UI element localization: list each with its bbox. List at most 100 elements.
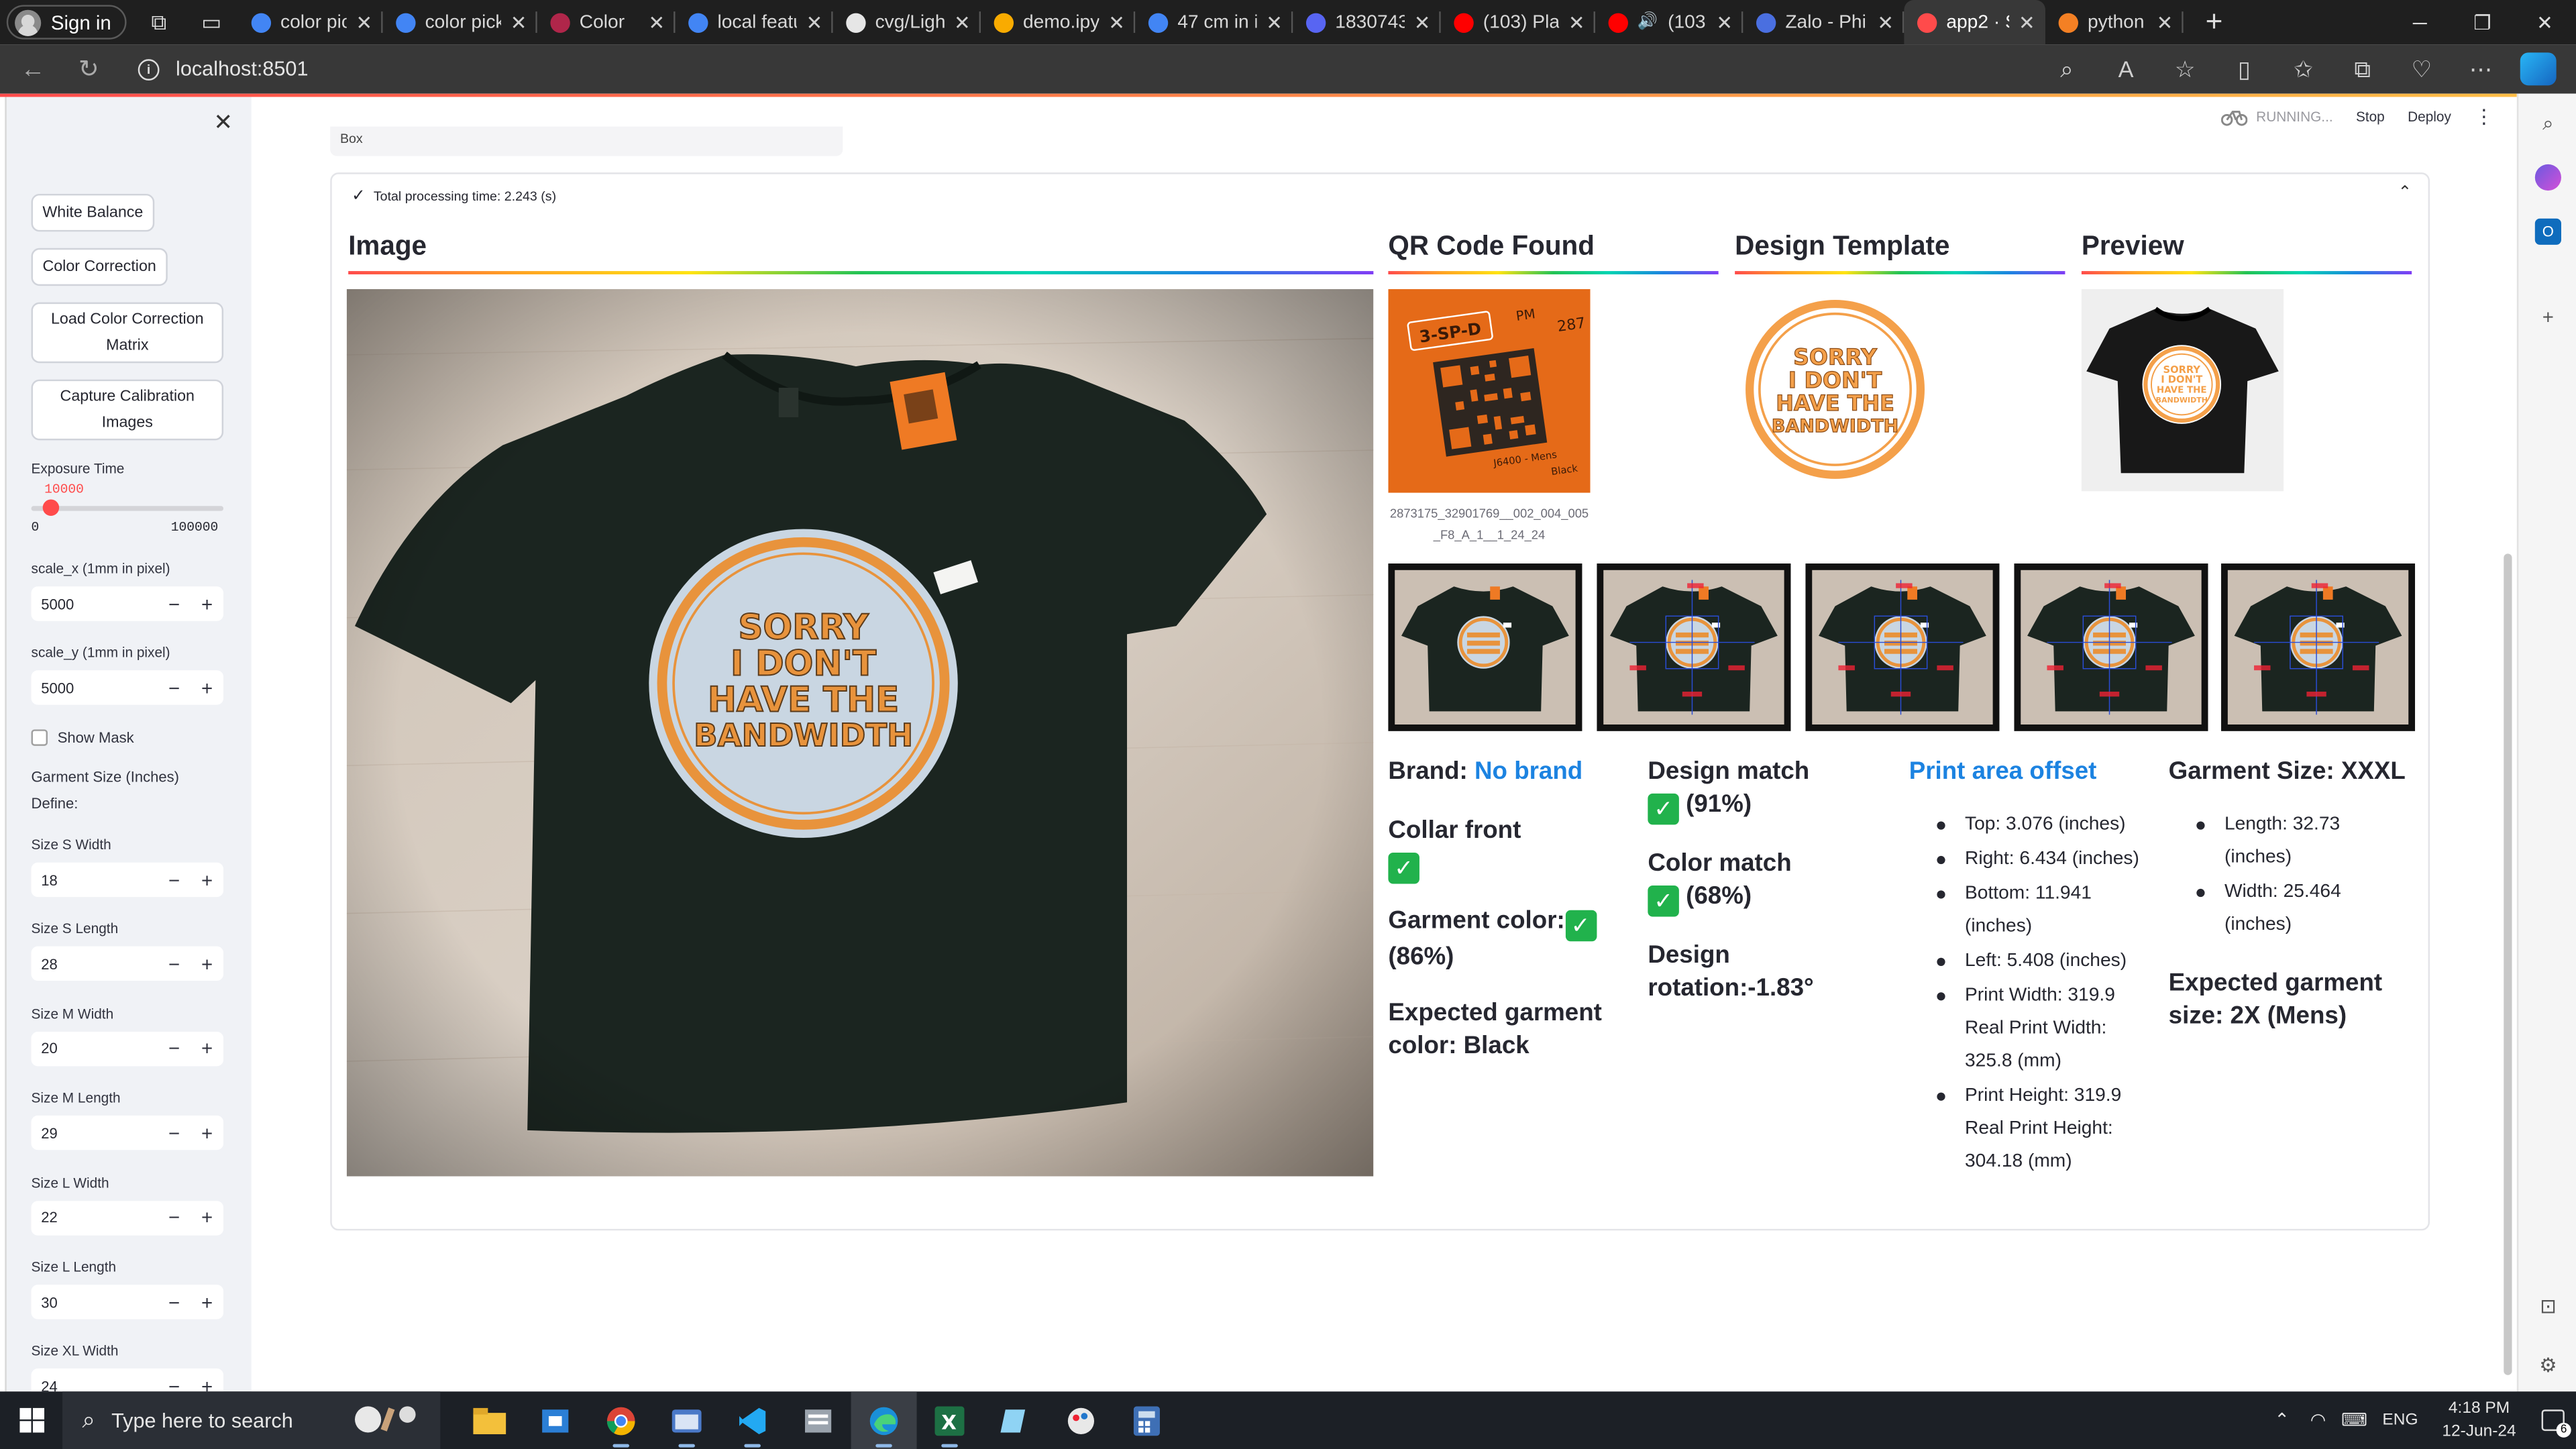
notification-center-button[interactable]: 6 (2530, 1391, 2576, 1449)
language-indicator[interactable]: ENG (2372, 1411, 2428, 1430)
close-tab-icon[interactable]: ✕ (1716, 11, 1733, 34)
wifi-icon[interactable]: ◠ (2300, 1409, 2337, 1431)
show-mask-checkbox[interactable] (31, 729, 48, 746)
windows-start-button[interactable] (0, 1391, 62, 1449)
paint-app-icon[interactable] (1048, 1391, 1114, 1449)
favorites-icon[interactable]: ✩ (2273, 55, 2332, 83)
close-tab-icon[interactable]: ✕ (2157, 11, 2174, 34)
keyboard-icon[interactable]: ⌨ (2336, 1409, 2372, 1431)
add-sidebar-app-icon[interactable]: + (2535, 304, 2561, 330)
tab-actions-icon[interactable]: ▭ (192, 6, 231, 39)
browser-tab[interactable]: Zalo - Phi ✕ (1743, 0, 1904, 44)
workspaces-icon[interactable]: ⧉ (139, 6, 178, 39)
chrome-icon[interactable] (588, 1391, 654, 1449)
decrement-icon[interactable]: − (158, 1206, 191, 1229)
file-explorer-icon[interactable] (457, 1391, 523, 1449)
clock[interactable]: 4:18 PM 12-Jun-24 (2428, 1397, 2530, 1444)
close-tab-icon[interactable]: ✕ (1877, 11, 1894, 34)
close-tab-icon[interactable]: ✕ (648, 11, 665, 34)
browser-tab[interactable]: app2 · Str ✕ (1903, 0, 2045, 45)
chevron-up-icon[interactable]: ⌃ (2264, 1409, 2300, 1431)
close-sidebar-icon[interactable]: ✕ (213, 109, 233, 137)
restore-icon[interactable]: ❐ (2451, 0, 2514, 44)
deploy-button[interactable]: Deploy (2408, 109, 2451, 125)
increment-icon[interactable]: + (191, 592, 223, 615)
browser-tab[interactable]: 47 cm in i ✕ (1135, 0, 1293, 44)
decrement-icon[interactable]: − (158, 1122, 191, 1144)
increment-icon[interactable]: + (191, 1206, 223, 1229)
size-value[interactable]: 28 (32, 956, 158, 972)
expander-header[interactable]: ✓ Total processing time: 2.243 (s) (352, 187, 556, 205)
close-tab-icon[interactable]: ✕ (511, 11, 527, 34)
scale-y-input[interactable]: 5000 − + (31, 670, 224, 705)
browser-tab[interactable]: (103) Play ✕ (1440, 0, 1595, 44)
close-tab-icon[interactable]: ✕ (1108, 11, 1125, 34)
white-balance-button[interactable]: White Balance (31, 193, 155, 232)
close-tab-icon[interactable]: ✕ (954, 11, 971, 34)
browser-tab[interactable]: local featu ✕ (675, 0, 833, 44)
excel-icon[interactable]: X (917, 1391, 983, 1449)
increment-icon[interactable]: + (191, 1037, 223, 1060)
browser-tab[interactable]: color pick ✕ (382, 0, 537, 44)
back-icon[interactable]: ← (10, 48, 56, 91)
size-number-input[interactable]: 24− + (31, 1368, 224, 1392)
zoom-icon[interactable]: ⌕ (2037, 55, 2096, 83)
size-number-input[interactable]: 20− + (31, 1031, 224, 1066)
taskbar-search-box[interactable]: ⌕ Type here to search (62, 1391, 441, 1449)
split-screen-icon[interactable]: ▯ (2214, 55, 2273, 83)
close-tab-icon[interactable]: ✕ (806, 11, 823, 34)
outlook-icon[interactable]: O (2534, 218, 2561, 245)
increment-icon[interactable]: + (191, 953, 223, 975)
close-tab-icon[interactable]: ✕ (1414, 11, 1431, 34)
browser-essentials-icon[interactable]: ♡ (2392, 55, 2451, 83)
browser-tab[interactable]: Color ✕ (537, 0, 675, 44)
size-number-input[interactable]: 22− + (31, 1200, 224, 1235)
size-value[interactable]: 20 (32, 1040, 158, 1057)
more-menu-icon[interactable]: ⋯ (2451, 55, 2510, 83)
edge-icon[interactable] (851, 1391, 917, 1449)
size-number-input[interactable]: 18− + (31, 862, 224, 898)
decrement-icon[interactable]: − (158, 953, 191, 975)
increment-icon[interactable]: + (191, 676, 223, 699)
browser-tab[interactable]: color pick ✕ (237, 0, 382, 44)
profile-sign-in-button[interactable]: Sign in (6, 5, 126, 40)
size-number-input[interactable]: 30− + (31, 1285, 224, 1320)
browser-tab[interactable]: demo.ipyn ✕ (980, 0, 1135, 44)
decrement-icon[interactable]: − (158, 1375, 191, 1392)
increment-icon[interactable]: + (191, 1122, 223, 1144)
increment-icon[interactable]: + (191, 868, 223, 891)
url-field[interactable]: i localhost:8501 (138, 58, 308, 80)
color-correction-button[interactable]: Color Correction (31, 248, 168, 286)
calculator-icon[interactable] (1114, 1391, 1179, 1449)
microsoft-store-icon[interactable] (523, 1391, 588, 1449)
page-scrollbar[interactable] (2504, 553, 2512, 1375)
increment-icon[interactable]: + (191, 1375, 223, 1392)
size-value[interactable]: 24 (32, 1378, 158, 1391)
close-tab-icon[interactable]: ✕ (1568, 11, 1585, 34)
read-aloud-icon[interactable]: A (2096, 56, 2155, 82)
site-info-icon[interactable]: i (138, 58, 160, 80)
decrement-icon[interactable]: − (158, 592, 191, 615)
chevron-up-icon[interactable]: ⌃ (2398, 184, 2412, 202)
decrement-icon[interactable]: − (158, 1037, 191, 1060)
exposure-slider-thumb[interactable] (42, 499, 60, 516)
increment-icon[interactable]: + (191, 1291, 223, 1313)
scale-y-value[interactable]: 5000 (32, 680, 158, 696)
size-number-input[interactable]: 29− + (31, 1116, 224, 1150)
scale-x-input[interactable]: 5000 − + (31, 586, 224, 621)
size-value[interactable]: 22 (32, 1210, 158, 1226)
search-icon[interactable]: ⌕ (2535, 110, 2561, 136)
browser-tab[interactable]: 🔊 (103 ✕ (1595, 0, 1743, 44)
collections-icon[interactable]: ⧉ (2333, 55, 2392, 83)
decrement-icon[interactable]: − (158, 676, 191, 699)
vscode-icon[interactable] (720, 1391, 786, 1449)
favorite-star-icon[interactable]: ☆ (2155, 55, 2214, 83)
load-color-correction-matrix-button[interactable]: Load Color Correction Matrix (31, 302, 224, 364)
screenshot-icon[interactable]: ⊡ (2535, 1293, 2561, 1319)
new-tab-button[interactable]: + (2193, 5, 2236, 39)
close-tab-icon[interactable]: ✕ (2019, 11, 2035, 34)
stop-button[interactable]: Stop (2356, 109, 2385, 125)
copilot-icon[interactable] (2520, 52, 2557, 86)
browser-tab[interactable]: python - ✕ (2045, 0, 2183, 44)
main-menu-icon[interactable]: ⋮ (2474, 105, 2493, 128)
